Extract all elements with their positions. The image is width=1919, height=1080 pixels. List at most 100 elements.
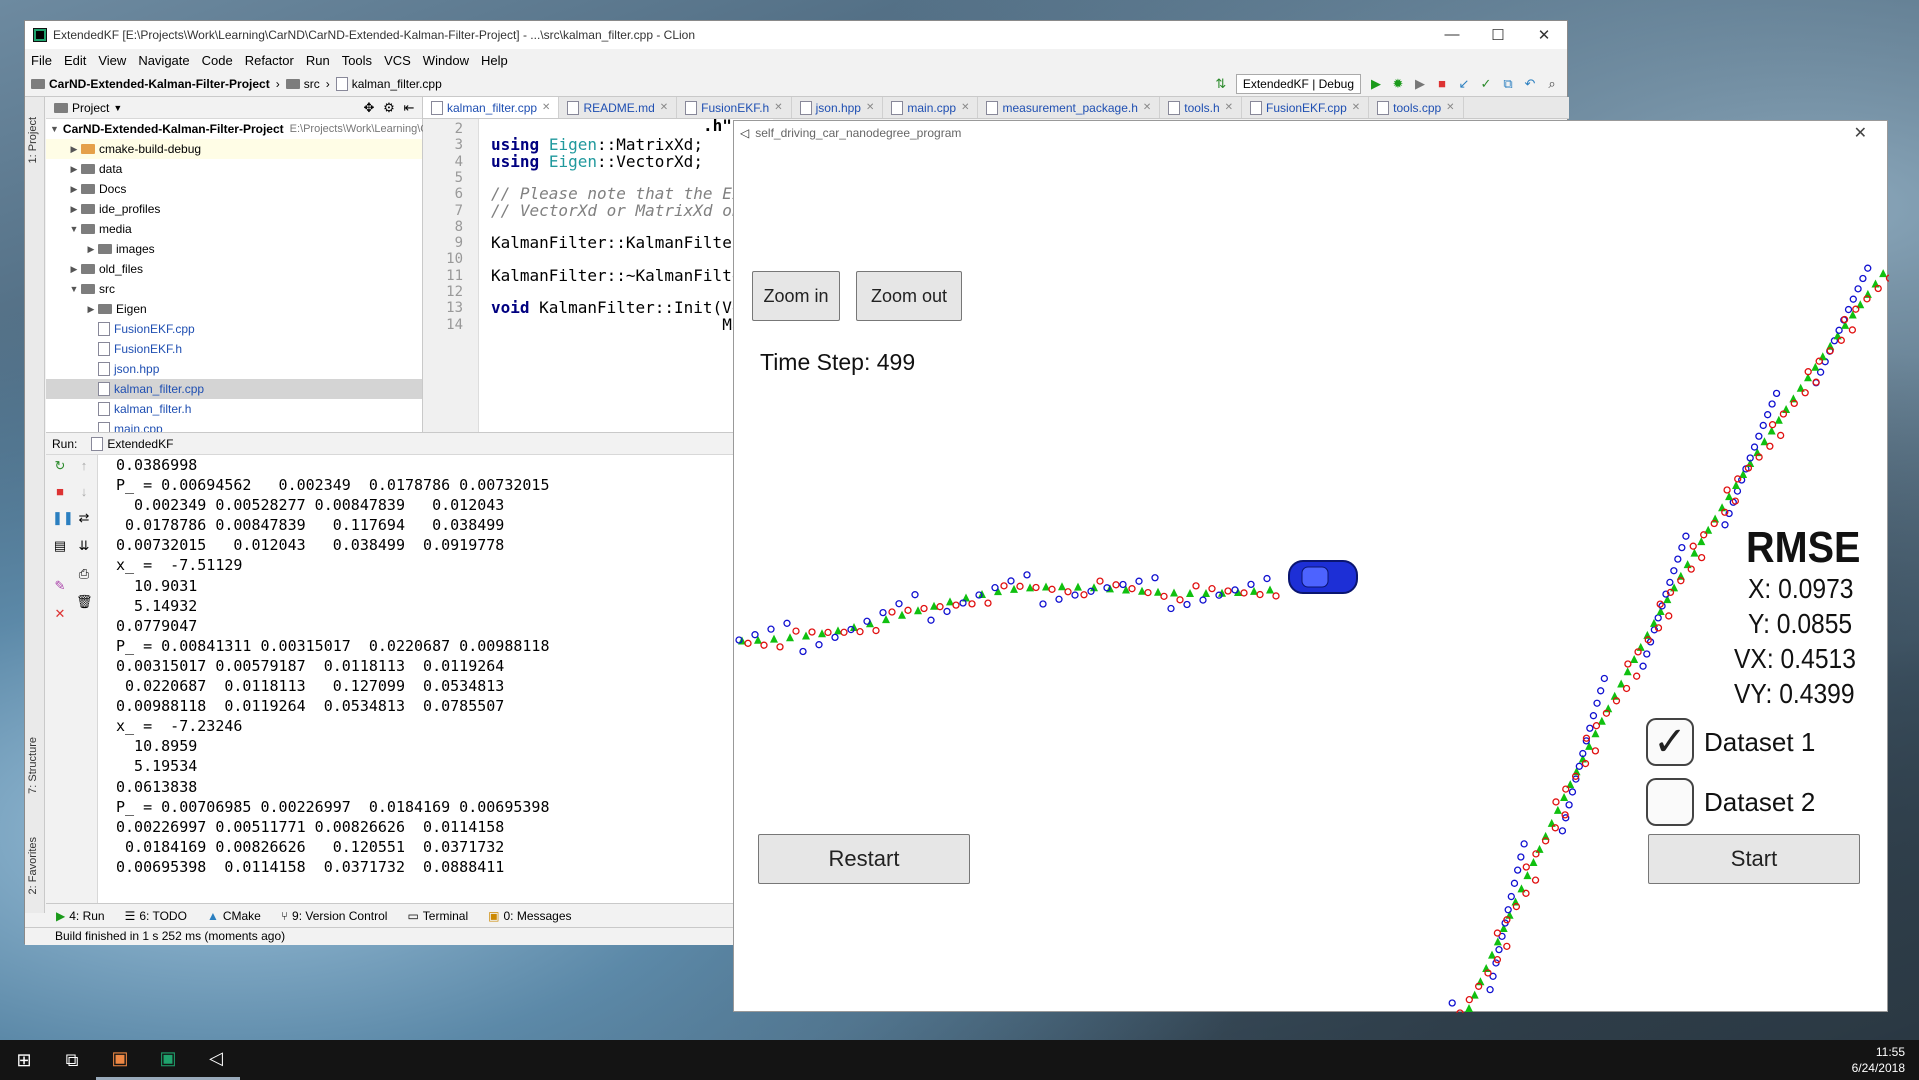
scroll-end-icon[interactable]: ⇊ bbox=[76, 539, 92, 553]
sort-icon[interactable]: ⇅ bbox=[1214, 76, 1228, 91]
vcs-history-icon[interactable]: ⧉ bbox=[1501, 76, 1515, 91]
close-tab-icon[interactable]: ✕ bbox=[1446, 102, 1454, 113]
tab-messages[interactable]: ▣ 0: Messages bbox=[488, 909, 571, 923]
close-tab-icon[interactable]: ✕ bbox=[1352, 102, 1360, 113]
tree-item[interactable]: ▶ images bbox=[46, 239, 422, 259]
menu-window[interactable]: Window bbox=[423, 53, 469, 68]
close-tab-icon[interactable]: ✕ bbox=[961, 102, 969, 113]
tab-terminal[interactable]: ▭ Terminal bbox=[407, 909, 468, 923]
dataset2-checkbox[interactable] bbox=[1646, 778, 1694, 826]
expanded-arrow-icon[interactable]: ▼ bbox=[67, 284, 81, 294]
tree-item[interactable]: FusionEKF.h bbox=[46, 339, 422, 359]
tab-favorites[interactable]: 2: Favorites bbox=[27, 837, 39, 894]
gear-icon[interactable]: ⚙ bbox=[382, 100, 396, 115]
expanded-arrow-icon[interactable]: ▼ bbox=[67, 224, 81, 234]
hide-panel-icon[interactable]: ⇤ bbox=[402, 100, 416, 115]
editor-tab[interactable]: json.hpp ✕ bbox=[792, 97, 884, 118]
editor-tab[interactable]: tools.cpp ✕ bbox=[1369, 97, 1464, 118]
tree-item[interactable]: ▶ Eigen bbox=[46, 299, 422, 319]
collapsed-arrow-icon[interactable]: ▶ bbox=[84, 304, 98, 315]
tree-item[interactable]: ▶ data bbox=[46, 159, 422, 179]
close-tab-icon[interactable]: ✕ bbox=[1225, 102, 1233, 113]
collapsed-arrow-icon[interactable]: ▶ bbox=[67, 264, 81, 275]
editor-tab[interactable]: tools.h ✕ bbox=[1160, 97, 1243, 118]
editor-tab[interactable]: FusionEKF.cpp ✕ bbox=[1242, 97, 1370, 118]
tree-item[interactable]: ▼ media bbox=[46, 219, 422, 239]
close-button[interactable]: ✕ bbox=[1521, 26, 1567, 44]
close-tab-icon[interactable]: ✕ bbox=[660, 102, 668, 113]
vcs-update-icon[interactable]: ↙ bbox=[1457, 76, 1471, 91]
tree-item[interactable]: ▶ old_files bbox=[46, 259, 422, 279]
menu-help[interactable]: Help bbox=[481, 53, 508, 68]
menu-tools[interactable]: Tools bbox=[342, 53, 372, 68]
stop-icon[interactable]: ■ bbox=[52, 485, 68, 499]
dataset1-checkbox[interactable]: ✓ bbox=[1646, 718, 1694, 766]
start-button[interactable]: Start bbox=[1648, 834, 1860, 884]
editor-tab[interactable]: FusionEKF.h ✕ bbox=[677, 97, 792, 118]
tab-version-control[interactable]: ⑂ 9: Version Control bbox=[281, 909, 388, 923]
editor-tab[interactable]: measurement_package.h ✕ bbox=[978, 97, 1161, 118]
menu-view[interactable]: View bbox=[98, 53, 126, 68]
start-menu-icon[interactable]: ⊞ bbox=[0, 1040, 48, 1080]
tab-structure[interactable]: 7: Structure bbox=[27, 737, 39, 794]
expanded-arrow-icon[interactable]: ▼ bbox=[50, 124, 59, 134]
undo-icon[interactable]: ↶ bbox=[1523, 76, 1537, 91]
debug-icon[interactable]: ✹ bbox=[1391, 76, 1405, 91]
pause-icon[interactable]: ❚❚ bbox=[52, 511, 74, 525]
tree-item[interactable]: ▶ Docs bbox=[46, 179, 422, 199]
tree-item[interactable]: ▼CarND-Extended-Kalman-Filter-ProjectE:\… bbox=[46, 119, 648, 139]
tree-item[interactable]: ▶ cmake-build-debug bbox=[46, 139, 422, 159]
soft-wrap-icon[interactable]: ⇄ bbox=[76, 511, 92, 525]
close-icon[interactable]: ✕ bbox=[52, 607, 68, 621]
clion-taskbar-icon[interactable]: ▣ bbox=[144, 1040, 192, 1080]
code-editor[interactable]: 2 3 using Eigen::MatrixXd; 4 using Eigen::Ve… bbox=[423, 116, 773, 432]
collapsed-arrow-icon[interactable]: ▶ bbox=[67, 144, 81, 155]
breadcrumb-project[interactable]: CarND-Extended-Kalman-Filter-Project bbox=[31, 77, 270, 91]
run-icon[interactable]: ▶ bbox=[1369, 76, 1383, 91]
run-config-select[interactable]: ExtendedKF | Debug bbox=[1235, 73, 1361, 94]
zoom-out-button[interactable]: Zoom out bbox=[856, 271, 962, 321]
tree-item[interactable]: kalman_filter.cpp bbox=[46, 379, 422, 399]
stop-icon[interactable]: ■ bbox=[1435, 76, 1449, 91]
menu-run[interactable]: Run bbox=[306, 53, 330, 68]
search-icon[interactable]: ⌕ bbox=[1545, 76, 1559, 91]
tab-cmake[interactable]: ▲ CMake bbox=[207, 909, 261, 923]
tree-item[interactable]: ▶ ide_profiles bbox=[46, 199, 422, 219]
trash-icon[interactable]: 🗑 bbox=[76, 595, 93, 609]
tree-item[interactable]: ▼ src bbox=[46, 279, 422, 299]
maximize-button[interactable]: ☐ bbox=[1475, 26, 1521, 44]
breadcrumb-file[interactable]: kalman_filter.cpp bbox=[335, 76, 442, 91]
task-view-icon[interactable]: ⧉ bbox=[48, 1040, 96, 1080]
restart-button[interactable]: Restart bbox=[758, 834, 970, 884]
project-view-select[interactable]: Project bbox=[72, 101, 109, 115]
vcs-commit-icon[interactable]: ✓ bbox=[1479, 76, 1493, 91]
menu-navigate[interactable]: Navigate bbox=[138, 53, 189, 68]
up-icon[interactable]: ↑ bbox=[76, 459, 92, 473]
run-tab[interactable]: ExtendedKF bbox=[91, 436, 173, 451]
collapsed-arrow-icon[interactable]: ▶ bbox=[84, 244, 98, 255]
close-tab-icon[interactable]: ✕ bbox=[774, 102, 782, 113]
close-tab-icon[interactable]: ✕ bbox=[866, 102, 874, 113]
editor-tab[interactable]: kalman_filter.cpp ✕ bbox=[423, 97, 560, 118]
menu-code[interactable]: Code bbox=[202, 53, 233, 68]
close-tab-icon[interactable]: ✕ bbox=[542, 102, 550, 113]
collapsed-arrow-icon[interactable]: ▶ bbox=[67, 184, 81, 195]
console-output[interactable]: 0.0386998 P_ = 0.00694562 0.002349 0.017… bbox=[116, 455, 549, 877]
jetbrains-toolbox-icon[interactable]: ▣ bbox=[96, 1040, 144, 1080]
menu-refactor[interactable]: Refactor bbox=[245, 53, 294, 68]
tab-run[interactable]: ▶ 4: Run bbox=[56, 909, 105, 923]
collapsed-arrow-icon[interactable]: ▶ bbox=[67, 164, 81, 175]
collapsed-arrow-icon[interactable]: ▶ bbox=[67, 204, 81, 215]
unity-taskbar-icon[interactable]: ◁ bbox=[192, 1040, 240, 1080]
tab-todo[interactable]: ☰ 6: TODO bbox=[125, 909, 187, 923]
coverage-icon[interactable]: ▶ bbox=[1413, 76, 1427, 91]
editor-tab[interactable]: main.cpp ✕ bbox=[883, 97, 979, 118]
tab-project[interactable]: 1: Project bbox=[27, 117, 39, 163]
down-icon[interactable]: ↓ bbox=[76, 485, 92, 499]
close-tab-icon[interactable]: ✕ bbox=[1143, 102, 1151, 113]
menu-file[interactable]: File bbox=[31, 53, 52, 68]
menu-vcs[interactable]: VCS bbox=[384, 53, 411, 68]
menu-edit[interactable]: Edit bbox=[64, 53, 86, 68]
breadcrumb-src[interactable]: src bbox=[285, 77, 320, 91]
zoom-in-button[interactable]: Zoom in bbox=[752, 271, 840, 321]
